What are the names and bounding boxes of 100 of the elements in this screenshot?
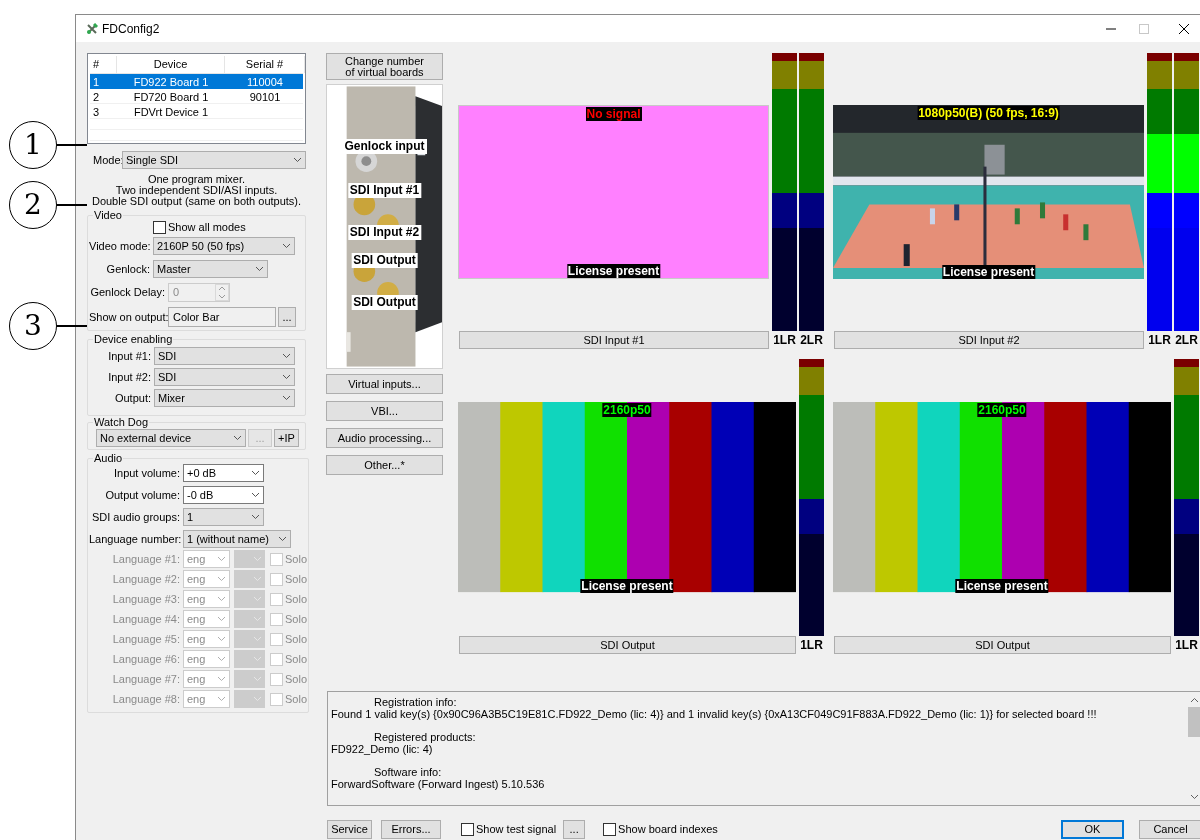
dropdown[interactable]: +0 dB [183, 464, 264, 482]
overlay-label: 2160p50 [977, 403, 1027, 418]
text-field[interactable]: Color Bar [168, 307, 276, 327]
dropdown[interactable]: -0 dB [183, 486, 264, 504]
table-cell-text: 110004 [246, 74, 284, 90]
table-cell-text: FD922 Board 1 [132, 74, 210, 90]
checkbox[interactable] [461, 823, 474, 836]
field-label: Genlock Delay: [89, 285, 166, 301]
chevron-down-icon [217, 596, 226, 602]
field-label: Input #2: [107, 369, 152, 385]
dropdown[interactable]: SDI [154, 347, 295, 365]
change-boards-button[interactable]: Change number of virtual boards [326, 53, 443, 80]
button[interactable]: Service [327, 820, 372, 839]
add-ip-button[interactable]: +IP [274, 429, 299, 447]
leader-line [57, 204, 87, 206]
button[interactable]: Audio processing... [326, 428, 443, 448]
checkbox-label: Solo [285, 631, 308, 647]
dropdown[interactable]: Single SDI [122, 151, 306, 169]
callout-marker: 3 [9, 302, 57, 350]
button[interactable]: Cancel [1139, 820, 1200, 839]
connector-label: SDI Input #2 [347, 225, 422, 240]
dropdown[interactable] [234, 590, 265, 608]
field-label: Language number: [89, 531, 183, 547]
button[interactable]: VBI... [326, 401, 443, 421]
chevron-down-icon [217, 656, 226, 662]
chevron-down-icon [217, 696, 226, 702]
chevron-down-icon [253, 596, 262, 602]
connector-label: Genlock input [342, 139, 427, 154]
connector-label: SDI Output [351, 253, 418, 268]
group-title: Video [93, 210, 123, 221]
chevron-down-icon [217, 636, 226, 642]
table-cell-text: FD720 Board 1 [132, 89, 210, 105]
dropdown[interactable] [234, 630, 265, 648]
chevron-down-icon [251, 514, 260, 520]
field-label: Output volume: [104, 487, 181, 503]
dropdown[interactable] [234, 650, 265, 668]
scroll-up-icon[interactable] [1189, 697, 1199, 703]
dropdown[interactable] [234, 550, 265, 568]
field-label: Input volume: [112, 465, 181, 481]
column-header[interactable]: # [90, 56, 117, 73]
scroll-thumb[interactable] [1188, 707, 1200, 737]
close-icon[interactable] [1179, 23, 1189, 34]
chevron-down-icon [253, 676, 262, 682]
meter-label: 1LR [1174, 637, 1199, 654]
field-label: Input #1: [107, 348, 152, 364]
dropdown[interactable]: 1 (without name) [183, 530, 291, 548]
field-label: Mode: [92, 152, 122, 168]
checkbox-label: Show test signal [476, 822, 557, 838]
field-label: Genlock: [105, 261, 151, 277]
chevron-down-icon [251, 470, 260, 476]
description-text: Double SDI output (same on both outputs). [91, 196, 302, 207]
column-header[interactable]: Serial # [225, 56, 305, 73]
field-label: Language #6: [111, 651, 181, 667]
column-header[interactable]: Device [117, 56, 225, 73]
table-cell-text: 90101 [248, 89, 282, 105]
chevron-down-icon [253, 636, 262, 642]
group-title: Audio [93, 453, 124, 464]
button[interactable]: OK [1061, 820, 1124, 839]
checkbox-label: Show board indexes [618, 822, 718, 838]
button[interactable]: ... [563, 820, 586, 839]
field-label: Show on output: [89, 309, 168, 325]
dropdown[interactable] [234, 690, 265, 708]
chevron-down-icon [233, 435, 242, 441]
dropdown[interactable]: 1 [183, 508, 264, 526]
checkbox[interactable] [603, 823, 617, 836]
checkbox[interactable] [153, 221, 166, 234]
dropdown[interactable] [234, 570, 265, 588]
chevron-down-icon [282, 353, 291, 359]
button[interactable]: Virtual inputs... [326, 374, 443, 394]
dropdown[interactable]: Master [153, 260, 268, 278]
checkbox-label: Solo [285, 651, 308, 667]
log-line: Registration info: [373, 696, 458, 708]
overlay-label: License present [941, 265, 1036, 280]
button[interactable]: Other...* [326, 455, 443, 475]
dropdown[interactable]: 2160P 50 (50 fps) [153, 237, 295, 255]
chevron-down-icon [282, 374, 291, 380]
dropdown[interactable]: No external device [96, 429, 246, 447]
dropdown[interactable]: Mixer [154, 389, 295, 407]
dropdown[interactable]: SDI [154, 368, 295, 386]
chevron-down-icon [253, 576, 262, 582]
callout-marker: 2 [9, 181, 57, 229]
caption-bar: SDI Input #2 [834, 331, 1144, 349]
maximize-icon[interactable] [1139, 23, 1149, 34]
tools-icon [86, 22, 98, 35]
chevron-down-icon [217, 676, 226, 682]
browse-button[interactable]: ... [278, 307, 296, 327]
field-label: Language #5: [111, 631, 181, 647]
dropdown[interactable] [234, 670, 265, 688]
overlay-label: No signal [585, 106, 642, 121]
leader-line [57, 144, 87, 146]
button[interactable]: Errors... [381, 820, 441, 839]
dropdown[interactable] [234, 610, 265, 628]
chevron-down-icon [255, 266, 264, 272]
table-cell-text: FDVrt Device 1 [132, 104, 210, 120]
scroll-down-icon[interactable] [1189, 794, 1199, 800]
field-label: Language #3: [111, 591, 181, 607]
meter-label: 2LR [799, 332, 824, 349]
description-text: One program mixer. [147, 174, 246, 185]
chevron-down-icon [293, 157, 302, 163]
group-title: Device enabling [93, 334, 174, 345]
